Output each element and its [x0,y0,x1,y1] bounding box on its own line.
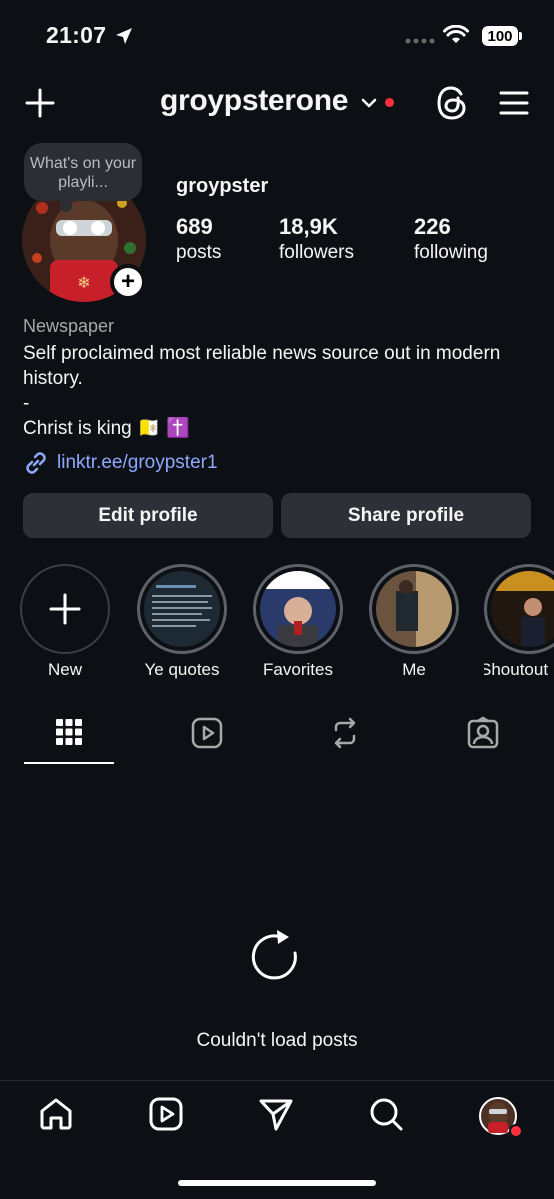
tab-reels[interactable] [190,716,224,750]
tab-grid[interactable] [53,716,85,748]
profile-bio: Self proclaimed most reliable news sourc… [23,343,501,439]
highlight-ye-quotes[interactable]: Ye quotes [136,564,228,680]
chevron-down-icon[interactable] [361,97,377,109]
wifi-icon [443,25,469,45]
highlight-new[interactable]: New [19,564,111,680]
plus-icon[interactable] [25,88,55,118]
tab-tagged[interactable] [466,716,500,750]
reposts-icon [334,717,356,749]
profile-link[interactable]: linktr.ee/groypster1 [23,450,218,476]
notification-dot [385,98,394,107]
highlight-ring [369,564,459,654]
reels-nav-icon[interactable] [148,1096,184,1132]
status-time: 21:07 [46,22,107,48]
posts-error-message: Couldn't load posts [196,1030,358,1051]
home-icon[interactable] [38,1096,74,1132]
account-switcher[interactable]: groypsterone [160,84,348,118]
reels-icon [191,717,223,749]
profile-category: Newspaper [23,316,115,336]
tagged-icon [467,716,499,749]
share-profile-button[interactable]: Share profile [281,493,531,538]
note-bubble[interactable]: What's on your playli... [24,143,142,201]
highlight-label: Ye quotes [144,660,220,679]
add-story-icon[interactable]: + [110,264,146,300]
highlight-cover [491,571,554,647]
highlight-shoutout[interactable]: Shoutout [484,564,554,680]
search-icon[interactable] [368,1096,404,1132]
posts-label: posts [176,242,222,263]
display-name: groypster [176,175,269,197]
grid-icon [56,719,82,745]
highlight-favorites[interactable]: Favorites [252,564,344,680]
highlight-label: New [47,660,82,679]
link-icon [23,450,49,476]
active-tab-underline [24,762,114,764]
highlight-label: Favorites [263,660,333,679]
reload-icon[interactable] [251,928,303,982]
highlight-label: Shoutout [484,660,549,679]
send-icon[interactable] [258,1096,294,1132]
menu-icon[interactable] [499,90,529,116]
highlight-cover [144,571,220,647]
plus-icon [49,593,81,625]
threads-icon[interactable] [436,86,468,120]
new-highlight-ring [20,564,110,654]
followers-count: 18,9K [279,214,338,239]
svg-text:❄: ❄ [77,275,90,292]
following-count: 226 [414,214,451,239]
posts-count: 689 [176,214,213,239]
notification-dot [509,1124,523,1138]
posts-stat[interactable]: 689 posts [176,214,221,264]
battery-indicator: 100 [482,26,518,46]
tab-reposts[interactable] [328,716,362,750]
following-stat[interactable]: 226 following [414,214,488,264]
highlight-ring [253,564,343,654]
highlight-me[interactable]: Me [368,564,460,680]
note-bubble-tail [60,200,72,212]
edit-profile-button[interactable]: Edit profile [23,493,273,538]
battery-cap [519,32,522,40]
highlight-label: Me [402,660,426,679]
highlight-cover [376,571,452,647]
highlight-ring [484,564,554,654]
signal-icon [405,38,435,44]
followers-label: followers [279,242,354,263]
home-indicator[interactable] [178,1180,376,1186]
following-label: following [414,242,488,263]
highlight-ring [137,564,227,654]
followers-stat[interactable]: 18,9K followers [279,214,354,264]
highlight-cover [260,571,336,647]
location-arrow-icon [114,26,134,46]
profile-link-text: linktr.ee/groypster1 [57,452,218,473]
